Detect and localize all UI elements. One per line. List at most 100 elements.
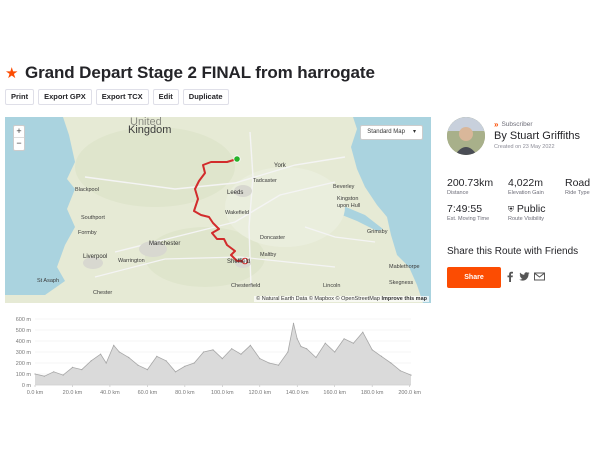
elevation-point: [268, 362, 270, 364]
page-title: Grand Depart Stage 2 FINAL from harrogat…: [25, 63, 375, 82]
created-date: Created on 23 May 2022: [494, 144, 555, 150]
caret-down-icon: ▾: [412, 129, 416, 135]
y-tick-label: 200 m: [16, 361, 32, 367]
lock-icon: ⛨: [508, 205, 514, 214]
map-label-maltby: Maltby: [260, 252, 277, 258]
elevation-point: [259, 358, 261, 360]
elevation-point: [240, 353, 242, 355]
x-tick-label: 180.0 km: [361, 390, 384, 396]
subscriber-icon: »: [494, 120, 499, 129]
twitter-icon[interactable]: [519, 271, 530, 285]
x-tick-label: 200.0 km: [398, 390, 421, 396]
elevation-point: [410, 374, 412, 376]
elevation-point: [146, 369, 148, 371]
elevation-point: [156, 355, 158, 357]
y-tick-label: 0 m: [22, 383, 32, 389]
map-label-doncaster: Doncaster: [260, 235, 286, 241]
elevation-point: [90, 360, 92, 362]
elevation-point: [203, 351, 205, 353]
map-label-southport: Southport: [81, 215, 105, 221]
elevation-area: [35, 323, 411, 385]
map-label-upon-hull: upon Hull: [337, 203, 361, 209]
subscriber-badge: » Subscriber: [494, 120, 533, 129]
print-button[interactable]: Print: [5, 89, 35, 105]
elevation-point: [165, 360, 167, 362]
x-tick-label: 60.0 km: [138, 390, 158, 396]
edit-button[interactable]: Edit: [152, 89, 179, 105]
route-map[interactable]: United Kingdom York Tadcaster Leeds Beve…: [5, 117, 431, 303]
elevation-point: [113, 344, 115, 346]
map-type-select[interactable]: Standard Map ▾: [360, 125, 423, 140]
stat-visibility: ⛨ Public Route Visibility: [508, 203, 546, 222]
elevation-point: [371, 349, 373, 351]
duplicate-button[interactable]: Duplicate: [182, 89, 229, 105]
map-label-chesterfield: Chesterfield: [231, 283, 261, 289]
map-attribution: © Natural Earth Data © Mapbox © OpenStre…: [254, 296, 429, 302]
map-type-label: Standard Map: [367, 129, 405, 135]
visibility-text: Public: [516, 203, 546, 215]
elevation-point: [399, 370, 401, 372]
avatar[interactable]: [447, 117, 485, 155]
owner-name[interactable]: By Stuart Griffiths: [494, 130, 580, 142]
elevation-value: 4,022m: [508, 177, 544, 189]
elevation-point: [212, 349, 214, 351]
elevation-point: [352, 342, 354, 344]
map-label-chester: Chester: [93, 290, 113, 296]
elevation-point: [277, 364, 280, 366]
map-label-formby: Formby: [78, 230, 97, 236]
ride-type-value: Road: [565, 177, 591, 189]
map-label-sheffield: Sheffield: [227, 259, 251, 265]
elevation-point: [249, 344, 251, 346]
twitter-glyph: [519, 272, 530, 281]
elevation-point: [184, 365, 186, 367]
moving-time-label: Est. Moving Time: [447, 216, 490, 222]
email-icon[interactable]: [534, 271, 545, 285]
map-label-warrington: Warrington: [118, 258, 145, 264]
distance-label: Distance: [447, 190, 469, 196]
elevation-point: [100, 353, 102, 355]
elevation-point: [105, 362, 107, 364]
elevation-point: [34, 373, 36, 375]
x-tick-label: 0.0 km: [27, 390, 44, 396]
zoom-in-button[interactable]: +: [14, 126, 24, 138]
facebook-icon[interactable]: [506, 271, 514, 285]
map-label-kingston: Kingston: [337, 196, 359, 202]
x-tick-label: 160.0 km: [323, 390, 346, 396]
elevation-point: [343, 338, 345, 340]
zoom-out-button[interactable]: −: [14, 138, 24, 150]
distance-value: 200.73km: [447, 177, 494, 189]
attribution-text: © Natural Earth Data © Mapbox © OpenStre…: [256, 296, 380, 302]
elevation-point: [287, 351, 289, 353]
map-canvas: [5, 117, 431, 303]
elevation-point: [174, 371, 177, 373]
map-label-mablethorpe: Mablethorpe: [389, 264, 420, 270]
star-icon[interactable]: ★: [5, 66, 19, 81]
elevation-point: [306, 348, 308, 350]
map-label-skegness: Skegness: [389, 280, 414, 286]
export-tcx-button[interactable]: Export TCX: [95, 89, 149, 105]
map-label-region: Kingdom: [128, 124, 172, 136]
map-label-st-asaph: St Asaph: [37, 278, 60, 284]
elevation-point: [118, 351, 120, 353]
ride-type-label: Ride Type: [565, 190, 590, 196]
elevation-point: [62, 374, 64, 376]
map-label-beverley: Beverley: [333, 184, 355, 190]
x-tick-label: 20.0 km: [63, 390, 83, 396]
email-glyph: [534, 272, 545, 281]
visibility-value: ⛨ Public: [508, 203, 546, 215]
y-tick-label: 100 m: [16, 372, 32, 378]
share-button[interactable]: Share: [447, 267, 501, 288]
map-label-leeds: Leeds: [227, 190, 244, 196]
improve-map-link[interactable]: Improve this map: [381, 296, 427, 302]
elevation-point: [362, 331, 364, 333]
x-tick-label: 140.0 km: [286, 390, 309, 396]
elevation-chart[interactable]: 0 m 100 m 200 m 300 m 400 m 500 m 600 m 0.0 km 2…: [5, 315, 431, 400]
y-tick-label: 400 m: [16, 339, 32, 345]
elevation-point: [137, 364, 139, 366]
avatar-image: [447, 117, 485, 155]
elevation-point: [43, 375, 46, 377]
elevation-point: [53, 371, 55, 373]
export-gpx-button[interactable]: Export GPX: [38, 89, 92, 105]
x-tick-label: 40.0 km: [100, 390, 120, 396]
facebook-glyph: [507, 271, 513, 282]
